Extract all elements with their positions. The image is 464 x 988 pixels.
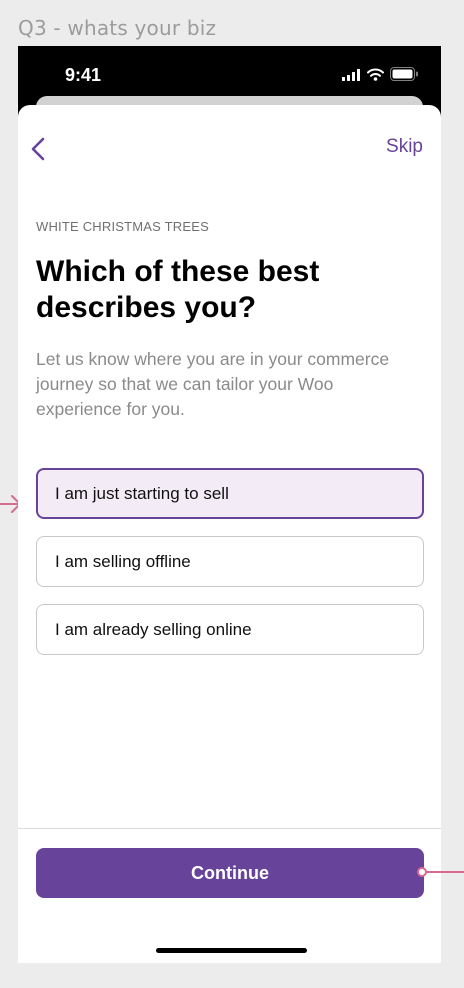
signal-icon xyxy=(342,69,360,81)
modal-sheet: Skip WHITE CHRISTMAS TREES Which of thes… xyxy=(18,105,441,963)
wifi-icon xyxy=(367,68,384,81)
home-indicator xyxy=(156,948,307,953)
options-list: I am just starting to sell I am selling … xyxy=(36,468,424,672)
page-title: Which of these best describes you? xyxy=(36,255,320,324)
battery-icon xyxy=(390,67,418,81)
footer-divider xyxy=(18,828,441,829)
status-bar: 9:41 xyxy=(18,46,441,96)
continue-label: Continue xyxy=(191,862,269,883)
status-time: 9:41 xyxy=(65,65,102,85)
status-icons xyxy=(342,67,419,81)
skip-button[interactable]: Skip xyxy=(386,136,423,158)
back-button[interactable] xyxy=(24,135,52,163)
phone-frame: 9:41 Skip WHITE CHRISTMAS TREES Which of… xyxy=(18,46,441,963)
page-subtitle: Let us know where you are in your commer… xyxy=(36,349,390,419)
option-selling-online[interactable]: I am already selling online xyxy=(36,604,424,655)
frame-title: Q3 - whats your biz xyxy=(18,16,217,40)
chevron-left-icon xyxy=(31,137,45,161)
store-name-label: WHITE CHRISTMAS TREES xyxy=(36,219,209,234)
option-label: I am already selling online xyxy=(55,619,252,639)
prototype-connector-icon xyxy=(417,867,464,877)
option-selling-offline[interactable]: I am selling offline xyxy=(36,536,424,587)
continue-button[interactable]: Continue xyxy=(36,848,424,898)
option-just-starting[interactable]: I am just starting to sell xyxy=(36,468,424,519)
option-label: I am selling offline xyxy=(55,551,191,571)
option-label: I am just starting to sell xyxy=(55,483,229,503)
